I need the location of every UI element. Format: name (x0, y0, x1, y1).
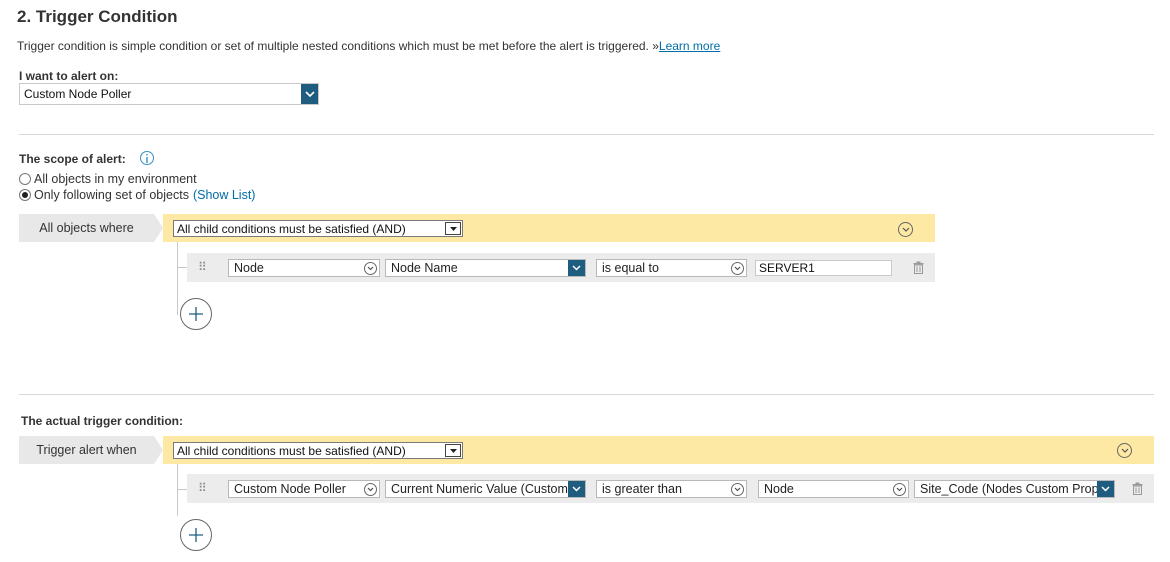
scope-group-operator-value: All child conditions must be satisfied (… (177, 221, 406, 236)
section-title: 2. Trigger Condition (17, 7, 178, 26)
trigger-compare-object-value: Node (764, 482, 794, 496)
trigger-compare-field-select[interactable]: Site_Code (Nodes Custom Prope (914, 480, 1115, 498)
alert-on-select[interactable]: Custom Node Poller (19, 83, 319, 105)
chevron-down-icon[interactable] (364, 483, 377, 496)
plus-icon (189, 528, 203, 542)
alert-on-label: I want to alert on: (19, 69, 119, 83)
scope-value-input[interactable]: SERVER1 (755, 260, 892, 276)
tag-arrow (154, 436, 163, 464)
collapse-chevron-icon[interactable] (1117, 443, 1132, 458)
tree-line (177, 464, 178, 516)
collapse-chevron-icon[interactable] (898, 222, 913, 237)
scope-group-operator-select[interactable]: All child conditions must be satisfied (… (173, 220, 463, 237)
trigger-compare-object-select[interactable]: Node (758, 480, 909, 498)
chevron-down-icon[interactable] (1097, 481, 1114, 497)
trigger-group-operator-value: All child conditions must be satisfied (… (177, 443, 406, 458)
scope-option-label: Only following set of objects (34, 188, 189, 202)
chevron-down-icon[interactable] (445, 222, 461, 235)
plus-icon (189, 307, 203, 321)
divider (19, 394, 1154, 395)
tree-line (177, 489, 187, 490)
scope-group-tag: All objects where (19, 214, 154, 242)
chevron-down-icon[interactable] (568, 481, 585, 497)
scope-operator-value: is equal to (602, 261, 659, 275)
scope-object-value: Node (234, 261, 264, 275)
trash-icon[interactable] (1132, 482, 1143, 498)
trigger-object-value: Custom Node Poller (234, 482, 346, 496)
trash-icon[interactable] (913, 261, 924, 277)
trigger-label: The actual trigger condition: (21, 414, 184, 428)
scope-option-all[interactable]: All objects in my environment (19, 172, 197, 186)
learn-more-link[interactable]: Learn more (659, 39, 720, 53)
scope-field-select[interactable]: Node Name (385, 259, 586, 277)
alert-on-value: Custom Node Poller (24, 87, 132, 101)
scope-value-text: SERVER1 (759, 261, 815, 275)
radio-button-selected[interactable] (19, 189, 31, 201)
section-description: Trigger condition is simple condition or… (17, 39, 720, 53)
scope-option-label: All objects in my environment (34, 172, 197, 186)
trigger-operator-select[interactable]: is greater than (596, 480, 747, 498)
chevron-down-icon[interactable] (445, 444, 461, 457)
add-condition-button[interactable] (180, 298, 212, 330)
trigger-object-select[interactable]: Custom Node Poller (228, 480, 380, 498)
scope-option-following[interactable]: Only following set of objects (Show List… (19, 188, 255, 202)
scope-label: The scope of alert: (19, 152, 126, 166)
tree-line (177, 267, 187, 268)
show-list-link[interactable]: (Show List) (193, 188, 256, 202)
tree-line (177, 242, 178, 315)
chevron-down-icon[interactable] (731, 262, 744, 275)
divider (19, 134, 1154, 135)
trigger-group-tag: Trigger alert when (19, 436, 154, 464)
chevron-down-icon[interactable] (301, 84, 318, 104)
scope-object-select[interactable]: Node (228, 259, 380, 277)
description-text: Trigger condition is simple condition or… (17, 39, 649, 53)
trigger-field-value: Current Numeric Value (Custom (391, 482, 568, 496)
chevron-down-icon[interactable] (568, 260, 585, 276)
drag-handle-icon[interactable]: ⠿ (198, 260, 207, 274)
drag-handle-icon[interactable]: ⠿ (198, 481, 207, 495)
scope-field-value: Node Name (391, 261, 458, 275)
tag-arrow (154, 214, 163, 242)
trigger-operator-value: is greater than (602, 482, 682, 496)
chevron-down-icon[interactable] (364, 262, 377, 275)
radio-button[interactable] (19, 173, 31, 185)
scope-operator-select[interactable]: is equal to (596, 259, 747, 277)
add-condition-button[interactable] (180, 519, 212, 551)
chevron-down-icon[interactable] (893, 483, 906, 496)
learn-more-prefix: » (652, 39, 659, 53)
trigger-group-operator-select[interactable]: All child conditions must be satisfied (… (173, 442, 463, 459)
trigger-field-select[interactable]: Current Numeric Value (Custom (385, 480, 586, 498)
info-icon[interactable] (140, 151, 154, 165)
trigger-compare-field-value: Site_Code (Nodes Custom Prope (920, 482, 1106, 496)
chevron-down-icon[interactable] (731, 483, 744, 496)
